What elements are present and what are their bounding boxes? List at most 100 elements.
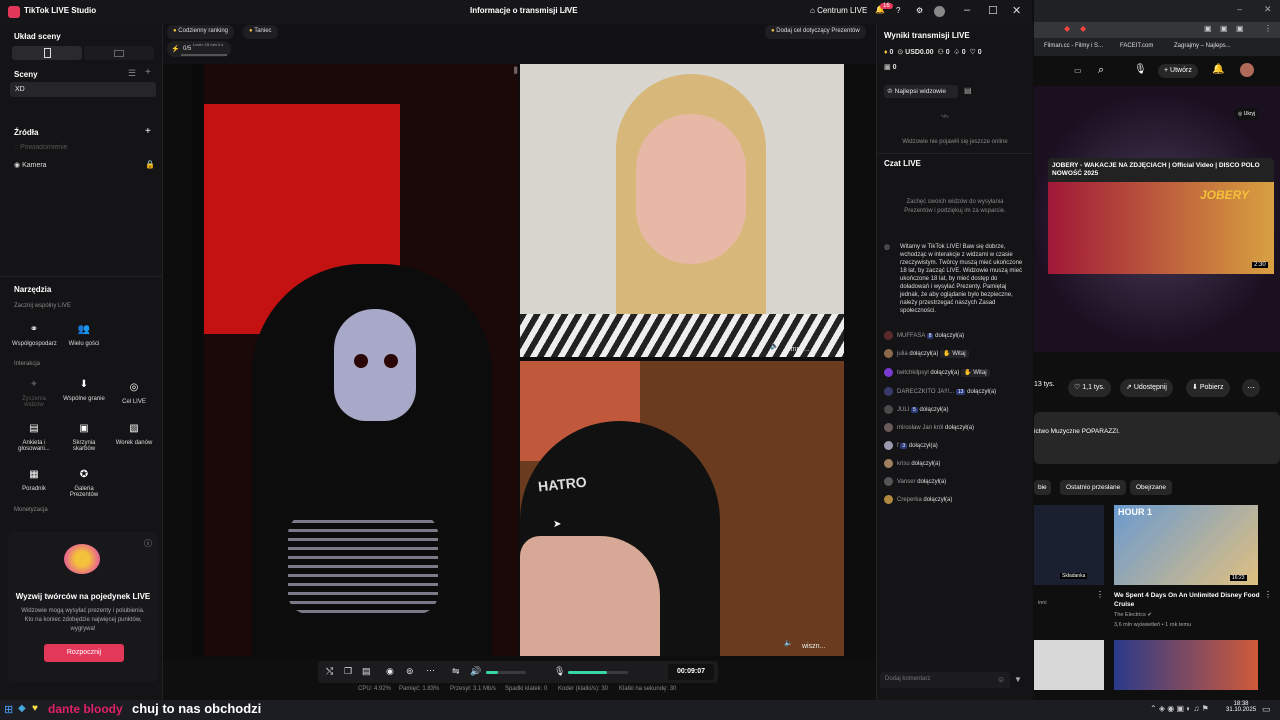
live-center-link[interactable]: ⌂ Centrum LIVE: [810, 6, 867, 15]
lock-icon[interactable]: 🔒: [145, 160, 155, 169]
info-icon[interactable]: ⓘ: [144, 538, 152, 549]
record-icon[interactable]: ◉: [386, 666, 394, 677]
copy-icon[interactable]: ❐: [344, 666, 352, 677]
layout-icon[interactable]: ▤: [362, 666, 371, 677]
description-box[interactable]: ictwo Muzyczne POPARAZZI.: [1034, 412, 1280, 464]
list-icon[interactable]: ☰: [128, 68, 136, 79]
settings-icon[interactable]: ⚙: [916, 6, 923, 15]
live-goal-button[interactable]: ◎ Cel LIVE: [112, 381, 156, 405]
bookmark-3[interactable]: Zagrajmy – Najleps...: [1174, 43, 1231, 49]
guest-feed-top[interactable]: Empir... 🔈: [520, 64, 844, 357]
close-icon[interactable]: ✕: [1264, 4, 1272, 15]
portrait-layout-button[interactable]: [12, 46, 82, 60]
start-battle-button[interactable]: Rozpocznij: [44, 644, 124, 662]
add-source-icon[interactable]: +: [145, 126, 151, 137]
app-icon[interactable]: ◆: [18, 703, 26, 714]
menu-kebab-icon[interactable]: ⋮: [1264, 24, 1272, 33]
wishes-button[interactable]: ✦ Życzenia widzów: [12, 378, 56, 408]
filter-icon[interactable]: ▼: [1014, 675, 1022, 684]
share-icon[interactable]: ⇗: [562, 5, 570, 16]
bookmark-2[interactable]: FACEIT.com: [1120, 43, 1153, 49]
dance-pill[interactable]: ● Taniec: [243, 25, 278, 39]
landscape-layout-button[interactable]: [84, 46, 154, 60]
guest-feed-bottom[interactable]: HATRO wiszn... 🔈: [520, 361, 844, 656]
layout-toggle-icon[interactable]: ⫼: [514, 66, 518, 76]
cohost-button[interactable]: ⚭ Współgospodarz: [12, 323, 57, 347]
welcome-button[interactable]: ✋ Witaj: [961, 369, 990, 378]
windows-icon[interactable]: ⊞: [4, 703, 13, 716]
rec-thumb-right[interactable]: HOUR 1 16:23: [1114, 505, 1258, 585]
avatar[interactable]: [934, 6, 945, 17]
guide-button[interactable]: ▦ Poradnik: [12, 468, 56, 492]
bag-button[interactable]: ▧ Worek danów: [112, 422, 156, 446]
main-camera-feed[interactable]: [192, 64, 518, 656]
effects-icon[interactable]: ⤭: [326, 666, 333, 677]
daily-ranking-pill[interactable]: ● Codzienny ranking: [167, 25, 234, 39]
comment-input[interactable]: Dodaj komentarz ☺: [880, 672, 1010, 688]
multi-guest-button[interactable]: 👥 Wielu gości: [62, 323, 106, 347]
filter-chip-1[interactable]: bie: [1034, 480, 1051, 495]
maximize-icon[interactable]: ☐: [988, 4, 998, 17]
speaker-slider[interactable]: [486, 671, 526, 674]
treasure-button[interactable]: ▣ Skrzynia skarbów: [62, 422, 106, 452]
co-play-button[interactable]: ⬇ Wspólne granie: [62, 378, 106, 402]
extension-icon[interactable]: ◆: [1064, 24, 1070, 33]
welcome-button[interactable]: ✋ Witaj: [940, 350, 969, 359]
extension-icon[interactable]: ◆: [1080, 24, 1086, 33]
rec-thumb-right-2[interactable]: [1114, 640, 1258, 690]
dislike-button[interactable]: ♡ 1,1 tys.: [1068, 379, 1111, 397]
more-icon[interactable]: ⋮: [1096, 590, 1104, 599]
poll-button[interactable]: ▤ Ankieta i głosowani...: [12, 422, 56, 452]
avatar[interactable]: [1240, 63, 1254, 77]
download-button[interactable]: ⬇ Pobierz: [1186, 379, 1230, 397]
like-count[interactable]: 13 tys.: [1034, 381, 1055, 388]
scene-item[interactable]: XD: [10, 82, 156, 97]
notifications-icon[interactable]: ▭: [1262, 704, 1271, 715]
share-button[interactable]: ⇗ Udostępnij: [1120, 379, 1173, 397]
top-viewers-tab[interactable]: ♔ Najlepsi widzowie: [884, 85, 958, 98]
gift-goal-pill[interactable]: ● Dodaj cel dotyczący Prezentów: [765, 25, 866, 39]
extension-icon[interactable]: ▣: [1204, 24, 1212, 33]
rec-thumb-left[interactable]: Składanka: [1034, 505, 1104, 585]
search-icon[interactable]: ⌕: [1098, 64, 1104, 77]
extension-icon[interactable]: ▣: [1236, 24, 1244, 33]
hide-button[interactable]: ◎ Ukryj: [1234, 108, 1260, 120]
clock[interactable]: 18:38 31.10.2025: [1226, 701, 1256, 713]
source-camera[interactable]: ◉ Kamera: [14, 161, 47, 169]
volume-icon[interactable]: 🔊: [470, 666, 481, 677]
filter-chip-3[interactable]: Obejrzane: [1130, 480, 1172, 495]
more-icon[interactable]: ⋯: [426, 665, 435, 676]
mixer-icon[interactable]: ⇋: [452, 666, 460, 677]
help-icon[interactable]: ?: [896, 6, 900, 15]
gift-gallery-button[interactable]: ✪ Galeria Prezentów: [62, 468, 106, 498]
source-notification[interactable]: ◌ Powiadomienie: [14, 144, 68, 151]
minimize-icon[interactable]: –: [964, 4, 970, 16]
bookmark-1[interactable]: Filman.cc - Filmy i S...: [1044, 43, 1103, 49]
rec-title[interactable]: We Spent 4 Days On An Unlimited Disney F…: [1114, 591, 1262, 609]
speaker-icon[interactable]: 🔈: [770, 342, 779, 350]
mic-icon[interactable]: 🎙: [1134, 64, 1147, 75]
replay-icon[interactable]: ⊚: [406, 666, 414, 677]
tray-icons[interactable]: ⌃ ◈ ◉ ▣ ◐ ♫ ⚑: [1150, 704, 1209, 713]
more-icon[interactable]: ⋮: [1264, 590, 1272, 599]
mic-icon[interactable]: 🎙: [554, 666, 565, 677]
create-button[interactable]: + Utwórz: [1158, 64, 1198, 78]
cast-icon[interactable]: ▭: [1074, 66, 1082, 75]
minimize-icon[interactable]: –: [1237, 4, 1242, 14]
mic-slider[interactable]: [568, 671, 628, 674]
filter-chip-2[interactable]: Ostatnio przesłane: [1060, 480, 1127, 495]
speaker-icon-2[interactable]: 🔈: [784, 639, 793, 647]
extension-icon[interactable]: ▣: [1220, 24, 1228, 33]
mini-player-card[interactable]: JOBERY - WAKACJE NA ZDJĘCIACH | Official…: [1048, 158, 1274, 274]
chat-user: JULI: [897, 407, 910, 414]
app-icon[interactable]: ♥: [32, 703, 38, 714]
close-icon[interactable]: ✕: [1012, 4, 1021, 17]
bell-icon[interactable]: 🔔: [1212, 64, 1224, 75]
rec-thumb-left-2[interactable]: [1034, 640, 1104, 690]
goal-widget[interactable]: ⚡ Lovin: 15 min 0 s 0/5: [167, 41, 231, 57]
more-actions-button[interactable]: ⋯: [1242, 379, 1260, 397]
add-scene-icon[interactable]: +: [145, 67, 151, 78]
emoji-icon[interactable]: ☺: [997, 675, 1005, 684]
list-view-icon[interactable]: ▤: [964, 86, 972, 95]
rec-channel[interactable]: The Electrics ✔: [1114, 612, 1152, 618]
